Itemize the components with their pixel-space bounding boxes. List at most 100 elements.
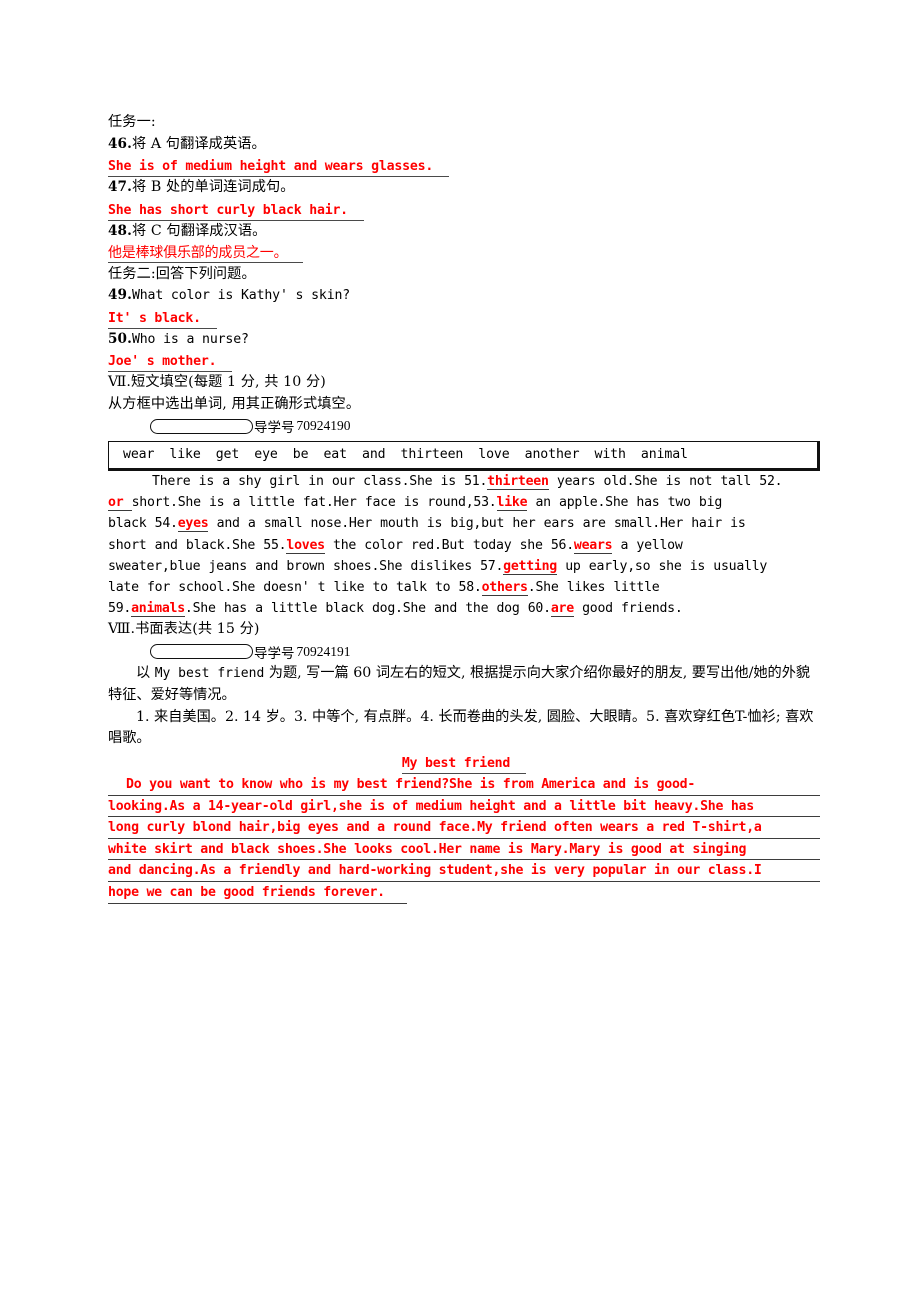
- composition-text: white skirt and black shoes.She looks co…: [108, 841, 747, 857]
- task-one-heading: 任务一:: [108, 114, 156, 130]
- word-bank-item: be: [292, 447, 309, 462]
- question-47-answer-row: She has short curly black hair.: [108, 199, 820, 221]
- cloze-text: years old.She is not tall 52.: [548, 474, 783, 489]
- word-bank-item: wear: [123, 447, 155, 462]
- question-49-row: 49.What color is Kathy' s skin?: [108, 285, 820, 307]
- question-49-prompt: What color is Kathy' s skin?: [131, 288, 351, 303]
- question-48-prompt: 将 C 句翻译成汉语。: [131, 222, 267, 239]
- writing-hints: 1. 来自美国。2. 14 岁。3. 中等个, 有点胖。4. 长而卷曲的头发, …: [108, 707, 820, 751]
- section-eight-heading: Ⅷ.书面表达(共 15 分): [108, 619, 820, 641]
- cloze-text: short and black.She 55.: [108, 537, 287, 553]
- composition-text: and dancing.As a friendly and hard-worki…: [108, 863, 762, 879]
- word-bank-item: animal: [640, 447, 688, 462]
- cloze-text: the color red.But today she 56.: [324, 537, 574, 553]
- cloze-text: short.She is a little fat.Her face is ro…: [131, 495, 497, 511]
- question-46-prompt: 将 A 句翻译成英语。: [131, 135, 266, 152]
- tag-oval-icon: [150, 418, 253, 434]
- question-47-row: 47.将 B 处的单词连词成句。: [108, 177, 820, 199]
- word-bank-item: another: [524, 447, 580, 462]
- word-bank-item: get: [215, 447, 240, 462]
- cloze-text: 59.: [108, 601, 132, 617]
- section-seven-roman: Ⅶ.: [108, 374, 132, 390]
- section-eight-tag: 导学号 70924191: [150, 642, 820, 662]
- question-49-number: 49.: [108, 287, 132, 303]
- section-seven-tag: 导学号 70924190: [150, 416, 820, 436]
- section-eight-tag-number: 70924191: [296, 643, 351, 659]
- composition-line: hope we can be good friends forever.: [108, 882, 407, 904]
- cloze-passage-line: black 54.eyes and a small nose.Her mouth…: [108, 513, 820, 534]
- composition-line: long curly blond hair,big eyes and a rou…: [108, 817, 820, 839]
- cloze-text: up early,so she is usually: [557, 558, 768, 574]
- composition-line: white skirt and black shoes.She looks co…: [108, 839, 820, 861]
- composition-title: My best friend: [401, 755, 527, 775]
- cloze-text: .She likes little: [527, 580, 660, 596]
- section-eight-tag-label: 导学号: [254, 645, 295, 662]
- section-eight-title: 书面表达(共 15 分): [135, 621, 260, 638]
- writing-prompt-part-a: 以: [136, 664, 155, 681]
- task-two-heading: 任务二:回答下列问题。: [108, 265, 256, 282]
- composition-body: Do you want to know who is my best frien…: [108, 774, 820, 904]
- question-47-answer: She has short curly black hair.: [108, 202, 364, 221]
- question-46-number: 46.: [108, 135, 132, 152]
- cloze-text: and a small nose.Her mouth is big,but he…: [208, 516, 746, 532]
- cloze-text: a yellow: [612, 537, 683, 553]
- composition-line: and dancing.As a friendly and hard-worki…: [108, 860, 820, 883]
- cloze-answer: like: [496, 495, 528, 512]
- cloze-passage: There is a shy girl in our class.She is …: [108, 471, 820, 619]
- section-seven-tag-label: 导学号: [254, 420, 295, 436]
- word-bank-item: like: [169, 447, 201, 462]
- section-eight-roman: Ⅷ.: [108, 621, 136, 638]
- question-49-answer-row: It' s black.: [108, 307, 820, 329]
- question-48-answer-row: 他是棒球俱乐部的成员之一。: [108, 242, 820, 264]
- word-bank-item: and: [362, 447, 386, 462]
- question-48-row: 48.将 C 句翻译成汉语。: [108, 221, 820, 243]
- cloze-text: black 54.: [108, 516, 178, 532]
- cloze-answer: thirteen: [487, 474, 549, 490]
- writing-task-prompt: 以 My best friend 为题, 写一篇 60 词左右的短文, 根据提示…: [108, 663, 820, 707]
- cloze-passage-line: short and black.She 55.loves the color r…: [108, 535, 820, 556]
- question-47-prompt: 将 B 处的单词连词成句。: [131, 179, 295, 195]
- section-seven-instruction: 从方框中选出单词, 用其正确形式填空。: [108, 395, 361, 412]
- cloze-text: There is a shy girl in our class.She is …: [152, 474, 488, 489]
- cloze-passage-line: or short.She is a little fat.Her face is…: [108, 492, 820, 513]
- section-seven-heading: Ⅶ.短文填空(每题 1 分, 共 10 分): [108, 372, 820, 394]
- word-bank-box: wear like get eye be eat and thirteen love anothe…: [108, 441, 820, 471]
- cloze-answer: others: [481, 580, 528, 597]
- cloze-answer: or: [108, 495, 132, 512]
- cloze-text: good friends.: [573, 601, 683, 617]
- cloze-answer: animals: [131, 601, 185, 618]
- composition-line: looking.As a 14-year-old girl,she is of …: [108, 796, 820, 818]
- composition-title-row: My best friend: [108, 752, 820, 775]
- word-bank-item: thirteen: [400, 447, 464, 462]
- question-46-row: 46.将 A 句翻译成英语。: [108, 134, 820, 156]
- composition-text: Do you want to know who is my best frien…: [126, 777, 696, 793]
- question-50-answer-row: Joe' s mother.: [108, 350, 820, 372]
- question-46-answer: She is of medium height and wears glasse…: [108, 158, 450, 177]
- question-50-prompt: Who is a nurse?: [131, 331, 249, 347]
- cloze-answer: wears: [573, 537, 613, 554]
- cloze-answer: loves: [286, 537, 325, 554]
- section-seven-title: 短文填空(每题 1 分, 共 10 分): [131, 374, 326, 390]
- composition-text: looking.As a 14-year-old girl,she is of …: [108, 798, 754, 814]
- composition-text: long curly blond hair,big eyes and a rou…: [108, 820, 762, 836]
- composition-text: hope we can be good friends forever.: [108, 885, 385, 901]
- document-content: 任务一: 46.将 A 句翻译成英语。 She is of medium hei…: [108, 112, 820, 904]
- word-bank-item: eye: [254, 447, 278, 462]
- question-50-answer: Joe' s mother.: [108, 353, 233, 372]
- question-48-number: 48.: [108, 222, 132, 239]
- document-page: 任务一: 46.将 A 句翻译成英语。 She is of medium hei…: [0, 0, 920, 1302]
- cloze-answer: eyes: [177, 516, 209, 533]
- cloze-text: sweater,blue jeans and brown shoes.She d…: [108, 558, 504, 574]
- cloze-answer: getting: [503, 558, 557, 575]
- cloze-passage-line: 59.animals.She has a little black dog.Sh…: [108, 598, 820, 619]
- question-50-row: 50.Who is a nurse?: [108, 329, 820, 351]
- composition-line: Do you want to know who is my best frien…: [108, 774, 820, 796]
- cloze-passage-line: There is a shy girl in our class.She is …: [108, 471, 820, 492]
- cloze-answer: are: [550, 601, 574, 618]
- question-49-answer: It' s black.: [108, 310, 217, 329]
- cloze-passage-line: late for school.She doesn' t like to tal…: [108, 577, 820, 598]
- section-seven-tag-number: 70924190: [296, 418, 351, 433]
- cloze-text: an apple.She has two big: [527, 495, 723, 511]
- tag-oval-icon: [150, 644, 253, 660]
- question-50-number: 50.: [108, 330, 132, 347]
